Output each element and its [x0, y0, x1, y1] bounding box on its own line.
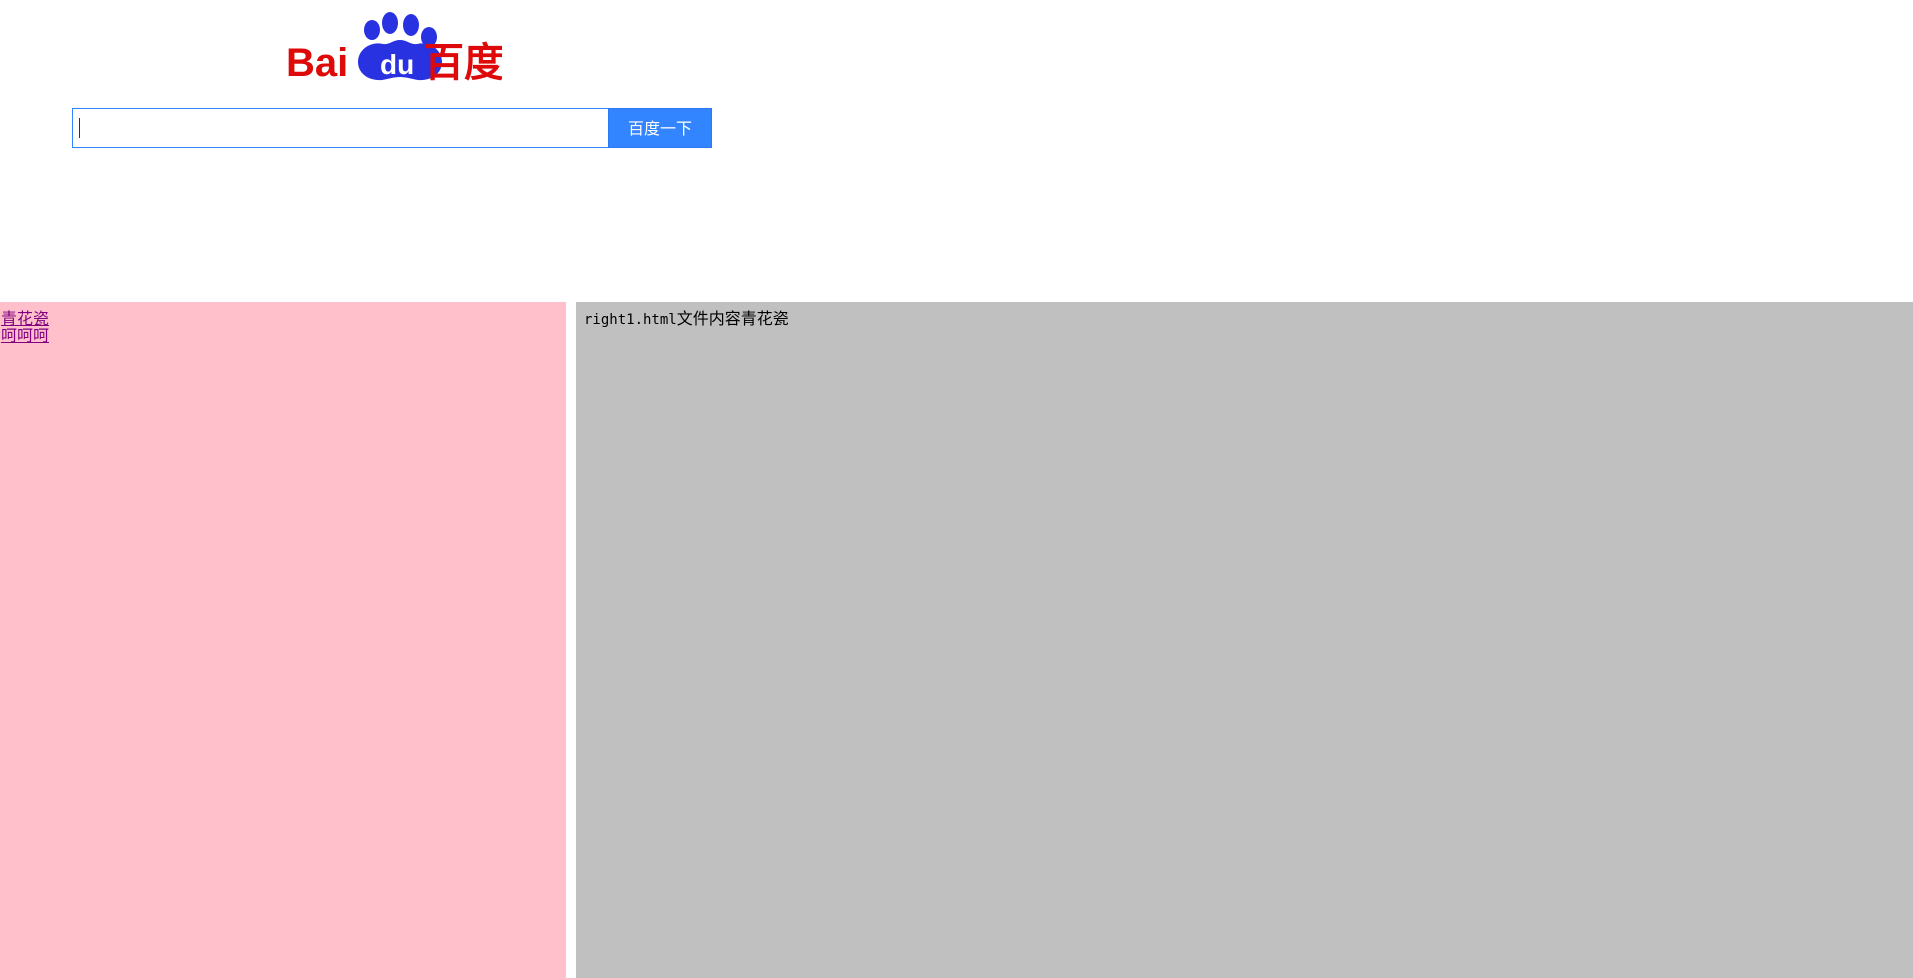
text-caret — [79, 118, 80, 138]
search-button[interactable]: 百度一下 — [608, 108, 712, 148]
left-frame[interactable]: 青花瓷 呵呵呵 — [0, 302, 566, 978]
right-frame-content: right1.html文件内容青花瓷 — [584, 309, 789, 330]
search-input[interactable] — [72, 108, 608, 148]
logo-text-du: du — [380, 49, 414, 80]
left-link-qinghuaci[interactable]: 青花瓷 — [0, 310, 566, 327]
search-box: 百度一下 — [72, 108, 712, 148]
frame-divider[interactable] — [566, 302, 576, 978]
right-file-name: right1.html — [584, 312, 677, 328]
logo-text-baidu-cn: 百度 — [424, 40, 502, 84]
right-frame[interactable]: right1.html文件内容青花瓷 — [576, 302, 1913, 978]
left-link-list: 青花瓷 呵呵呵 — [0, 302, 566, 344]
header: Bai du 百度 百度一下 — [0, 0, 1913, 302]
left-link-hehehe[interactable]: 呵呵呵 — [0, 327, 566, 344]
frameset: 青花瓷 呵呵呵 right1.html文件内容青花瓷 — [0, 302, 1913, 978]
right-file-description: 文件内容青花瓷 — [676, 309, 789, 328]
baidu-logo[interactable]: Bai du 百度 — [286, 10, 502, 84]
logo-text-bai: Bai — [286, 41, 348, 84]
